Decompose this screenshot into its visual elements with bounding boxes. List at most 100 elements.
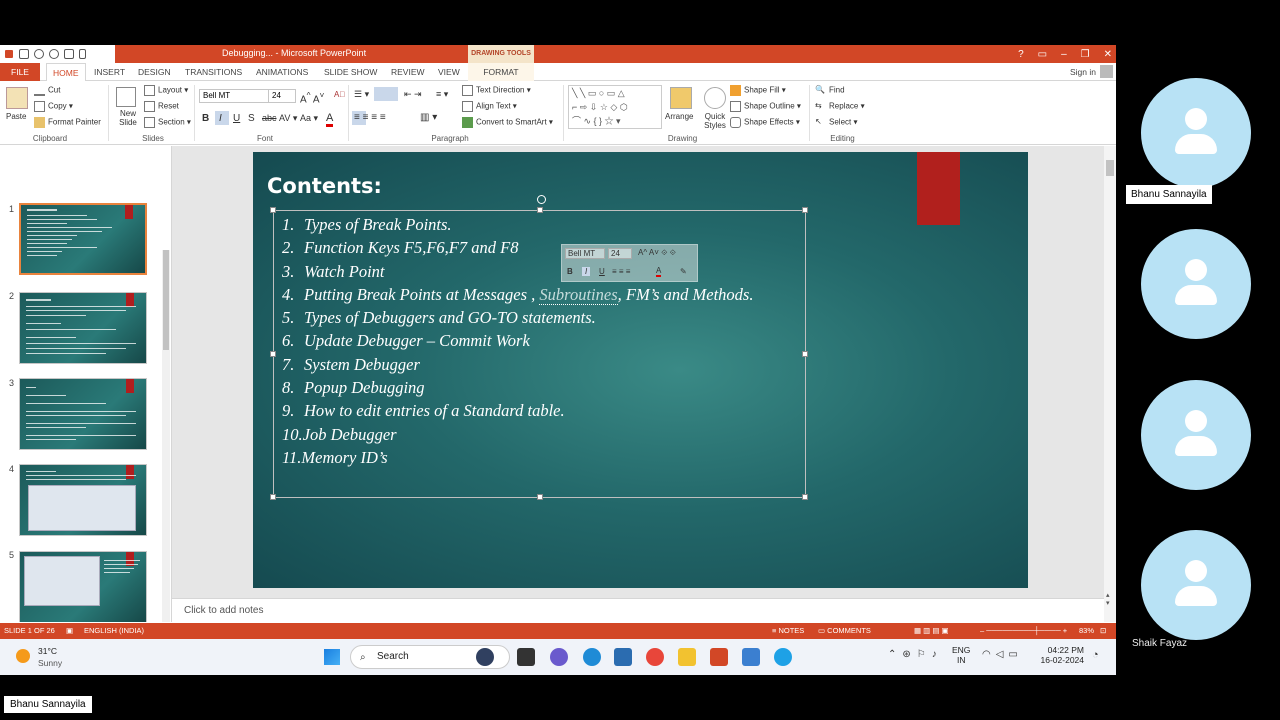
slide-title[interactable]: Contents:: [267, 174, 382, 198]
convert-smartart-button[interactable]: Convert to SmartArt ▾: [462, 117, 553, 128]
scrollbar-thumb[interactable]: [1106, 160, 1114, 176]
notifications-icon[interactable]: ◔: [1092, 649, 1099, 661]
task-view-icon[interactable]: [517, 648, 535, 666]
quick-styles-label[interactable]: Quick Styles: [698, 112, 732, 130]
format-painter-button[interactable]: Format Painter: [34, 117, 101, 128]
edge-icon[interactable]: [583, 648, 601, 666]
participant-video-3[interactable]: [1141, 380, 1251, 490]
close-icon[interactable]: ✕: [1104, 49, 1112, 60]
content-textbox[interactable]: 1. Types of Break Points. 2. Function Keys…: [270, 195, 808, 500]
resize-handle[interactable]: [270, 207, 276, 213]
sign-in-link[interactable]: Sign in: [1070, 67, 1096, 77]
resize-handle[interactable]: [802, 494, 808, 500]
section-button[interactable]: Section ▾: [144, 117, 191, 128]
account-icon[interactable]: [1100, 65, 1113, 78]
comments-button[interactable]: ▭ COMMENTS: [818, 623, 871, 639]
align-text-button[interactable]: Align Text ▾: [462, 101, 517, 112]
save-icon[interactable]: [19, 49, 29, 59]
notes-app-icon[interactable]: [742, 648, 760, 666]
tab-file[interactable]: FILE: [0, 63, 40, 81]
replace-button[interactable]: ⇆ Replace ▾: [815, 101, 865, 112]
tray-icons[interactable]: ⌃⊛⚐♪: [888, 649, 943, 660]
skype-icon[interactable]: [774, 648, 792, 666]
columns-button[interactable]: ▥ ▾: [420, 112, 437, 123]
powerpoint-taskbar-icon[interactable]: [710, 648, 728, 666]
tab-review[interactable]: REVIEW: [385, 63, 431, 81]
prev-next-slide-icon[interactable]: ▴ ▾: [1106, 591, 1110, 607]
view-buttons[interactable]: ▦ ▥ ▤ ▣: [914, 623, 949, 639]
notes-button[interactable]: ≡ NOTES: [772, 623, 804, 639]
tab-view[interactable]: VIEW: [432, 63, 466, 81]
shape-outline-button[interactable]: Shape Outline ▾: [730, 101, 801, 112]
slide-thumbnail-1[interactable]: [19, 203, 147, 275]
bullets-button[interactable]: ☰ ▾: [354, 89, 369, 100]
participant-video-4[interactable]: [1141, 530, 1251, 640]
weather-icon[interactable]: [16, 649, 30, 663]
mini-format-painter-icon[interactable]: ✎: [680, 267, 687, 276]
resize-handle[interactable]: [270, 351, 276, 357]
clock[interactable]: 04:22 PM 16-02-2024: [1036, 645, 1084, 665]
slide-thumbnail-3[interactable]: [19, 378, 147, 450]
find-button[interactable]: 🔍 Find: [815, 85, 845, 96]
reset-button[interactable]: Reset: [144, 101, 179, 112]
zoom-slider[interactable]: – ─────────┼──── +: [980, 623, 1067, 639]
input-language[interactable]: ENG IN: [952, 645, 970, 665]
mini-grow-shrink[interactable]: A^ A˅ ⟐ ⟐: [638, 248, 676, 258]
tab-insert[interactable]: INSERT: [88, 63, 131, 81]
slide-scrollbar[interactable]: ▴ ▾: [1104, 146, 1116, 622]
tab-transitions[interactable]: TRANSITIONS: [179, 63, 248, 81]
weather-condition[interactable]: Sunny: [38, 658, 62, 668]
shadow-button[interactable]: S: [248, 113, 255, 124]
customize-qat-icon[interactable]: [79, 49, 86, 59]
indent-buttons[interactable]: ⇤ ⇥: [404, 89, 422, 100]
notes-pane[interactable]: Click to add notes: [172, 598, 1104, 622]
mini-font-size[interactable]: 24: [608, 248, 632, 259]
paste-label[interactable]: Paste: [6, 112, 26, 121]
font-color-button[interactable]: A: [326, 112, 334, 127]
layout-button[interactable]: Layout ▾: [144, 85, 188, 96]
scrollbar-thumb[interactable]: [163, 250, 169, 350]
tab-home[interactable]: HOME: [46, 63, 86, 81]
resize-handle[interactable]: [537, 494, 543, 500]
new-slide-label[interactable]: New Slide: [113, 109, 143, 127]
align-buttons[interactable]: ≡ ≡ ≡ ≡: [354, 112, 386, 123]
file-explorer-icon[interactable]: [678, 648, 696, 666]
resize-handle[interactable]: [270, 494, 276, 500]
tab-slide-show[interactable]: SLIDE SHOW: [318, 63, 383, 81]
arrange-label[interactable]: Arrange: [665, 112, 693, 121]
slide-thumbnail-5[interactable]: [19, 551, 147, 622]
paste-icon[interactable]: [6, 87, 28, 109]
undo-icon[interactable]: [34, 49, 44, 59]
strikethrough-button[interactable]: abc: [262, 113, 277, 123]
network-volume-battery-icons[interactable]: ◠◁▭: [982, 649, 1023, 660]
change-case-button[interactable]: Aa ▾: [300, 113, 318, 124]
tab-format[interactable]: FORMAT: [468, 63, 534, 81]
mini-italic-button[interactable]: I: [582, 267, 591, 276]
mini-font-color[interactable]: A: [656, 266, 662, 277]
arrange-icon[interactable]: [670, 87, 692, 109]
new-slide-icon[interactable]: [116, 87, 136, 107]
tab-design[interactable]: DESIGN: [132, 63, 177, 81]
ribbon-display-icon[interactable]: ▭: [1038, 49, 1047, 60]
character-spacing-button[interactable]: AV ▾: [279, 113, 297, 124]
help-icon[interactable]: ?: [1018, 49, 1024, 60]
grow-font-button[interactable]: A^ A˅: [300, 90, 324, 105]
tab-animations[interactable]: ANIMATIONS: [250, 63, 314, 81]
font-name-box[interactable]: Bell MT: [199, 89, 269, 103]
line-spacing-button[interactable]: ≡ ▾: [436, 89, 448, 100]
bold-button[interactable]: B: [202, 113, 209, 124]
copy-button[interactable]: Copy ▾: [34, 101, 73, 112]
slide-thumbnail-4[interactable]: [19, 464, 147, 536]
slide-thumbnail-2[interactable]: [19, 292, 147, 364]
minimize-icon[interactable]: –: [1061, 49, 1067, 60]
fit-slide-icon[interactable]: ⊡: [1100, 623, 1106, 639]
weather-temp[interactable]: 31°C: [38, 646, 57, 656]
shape-fill-button[interactable]: Shape Fill ▾: [730, 85, 786, 96]
chat-icon[interactable]: [550, 648, 568, 666]
mini-align-buttons[interactable]: ≡ ≡ ≡: [612, 267, 630, 276]
search-highlight-icon[interactable]: [476, 648, 494, 666]
start-from-beginning-icon[interactable]: [64, 49, 74, 59]
restore-icon[interactable]: ❐: [1081, 49, 1090, 60]
slide-canvas[interactable]: Contents: 1. Types of Break Points. 2. Fun…: [253, 152, 1028, 588]
clear-formatting-icon[interactable]: A⃠: [334, 90, 345, 99]
